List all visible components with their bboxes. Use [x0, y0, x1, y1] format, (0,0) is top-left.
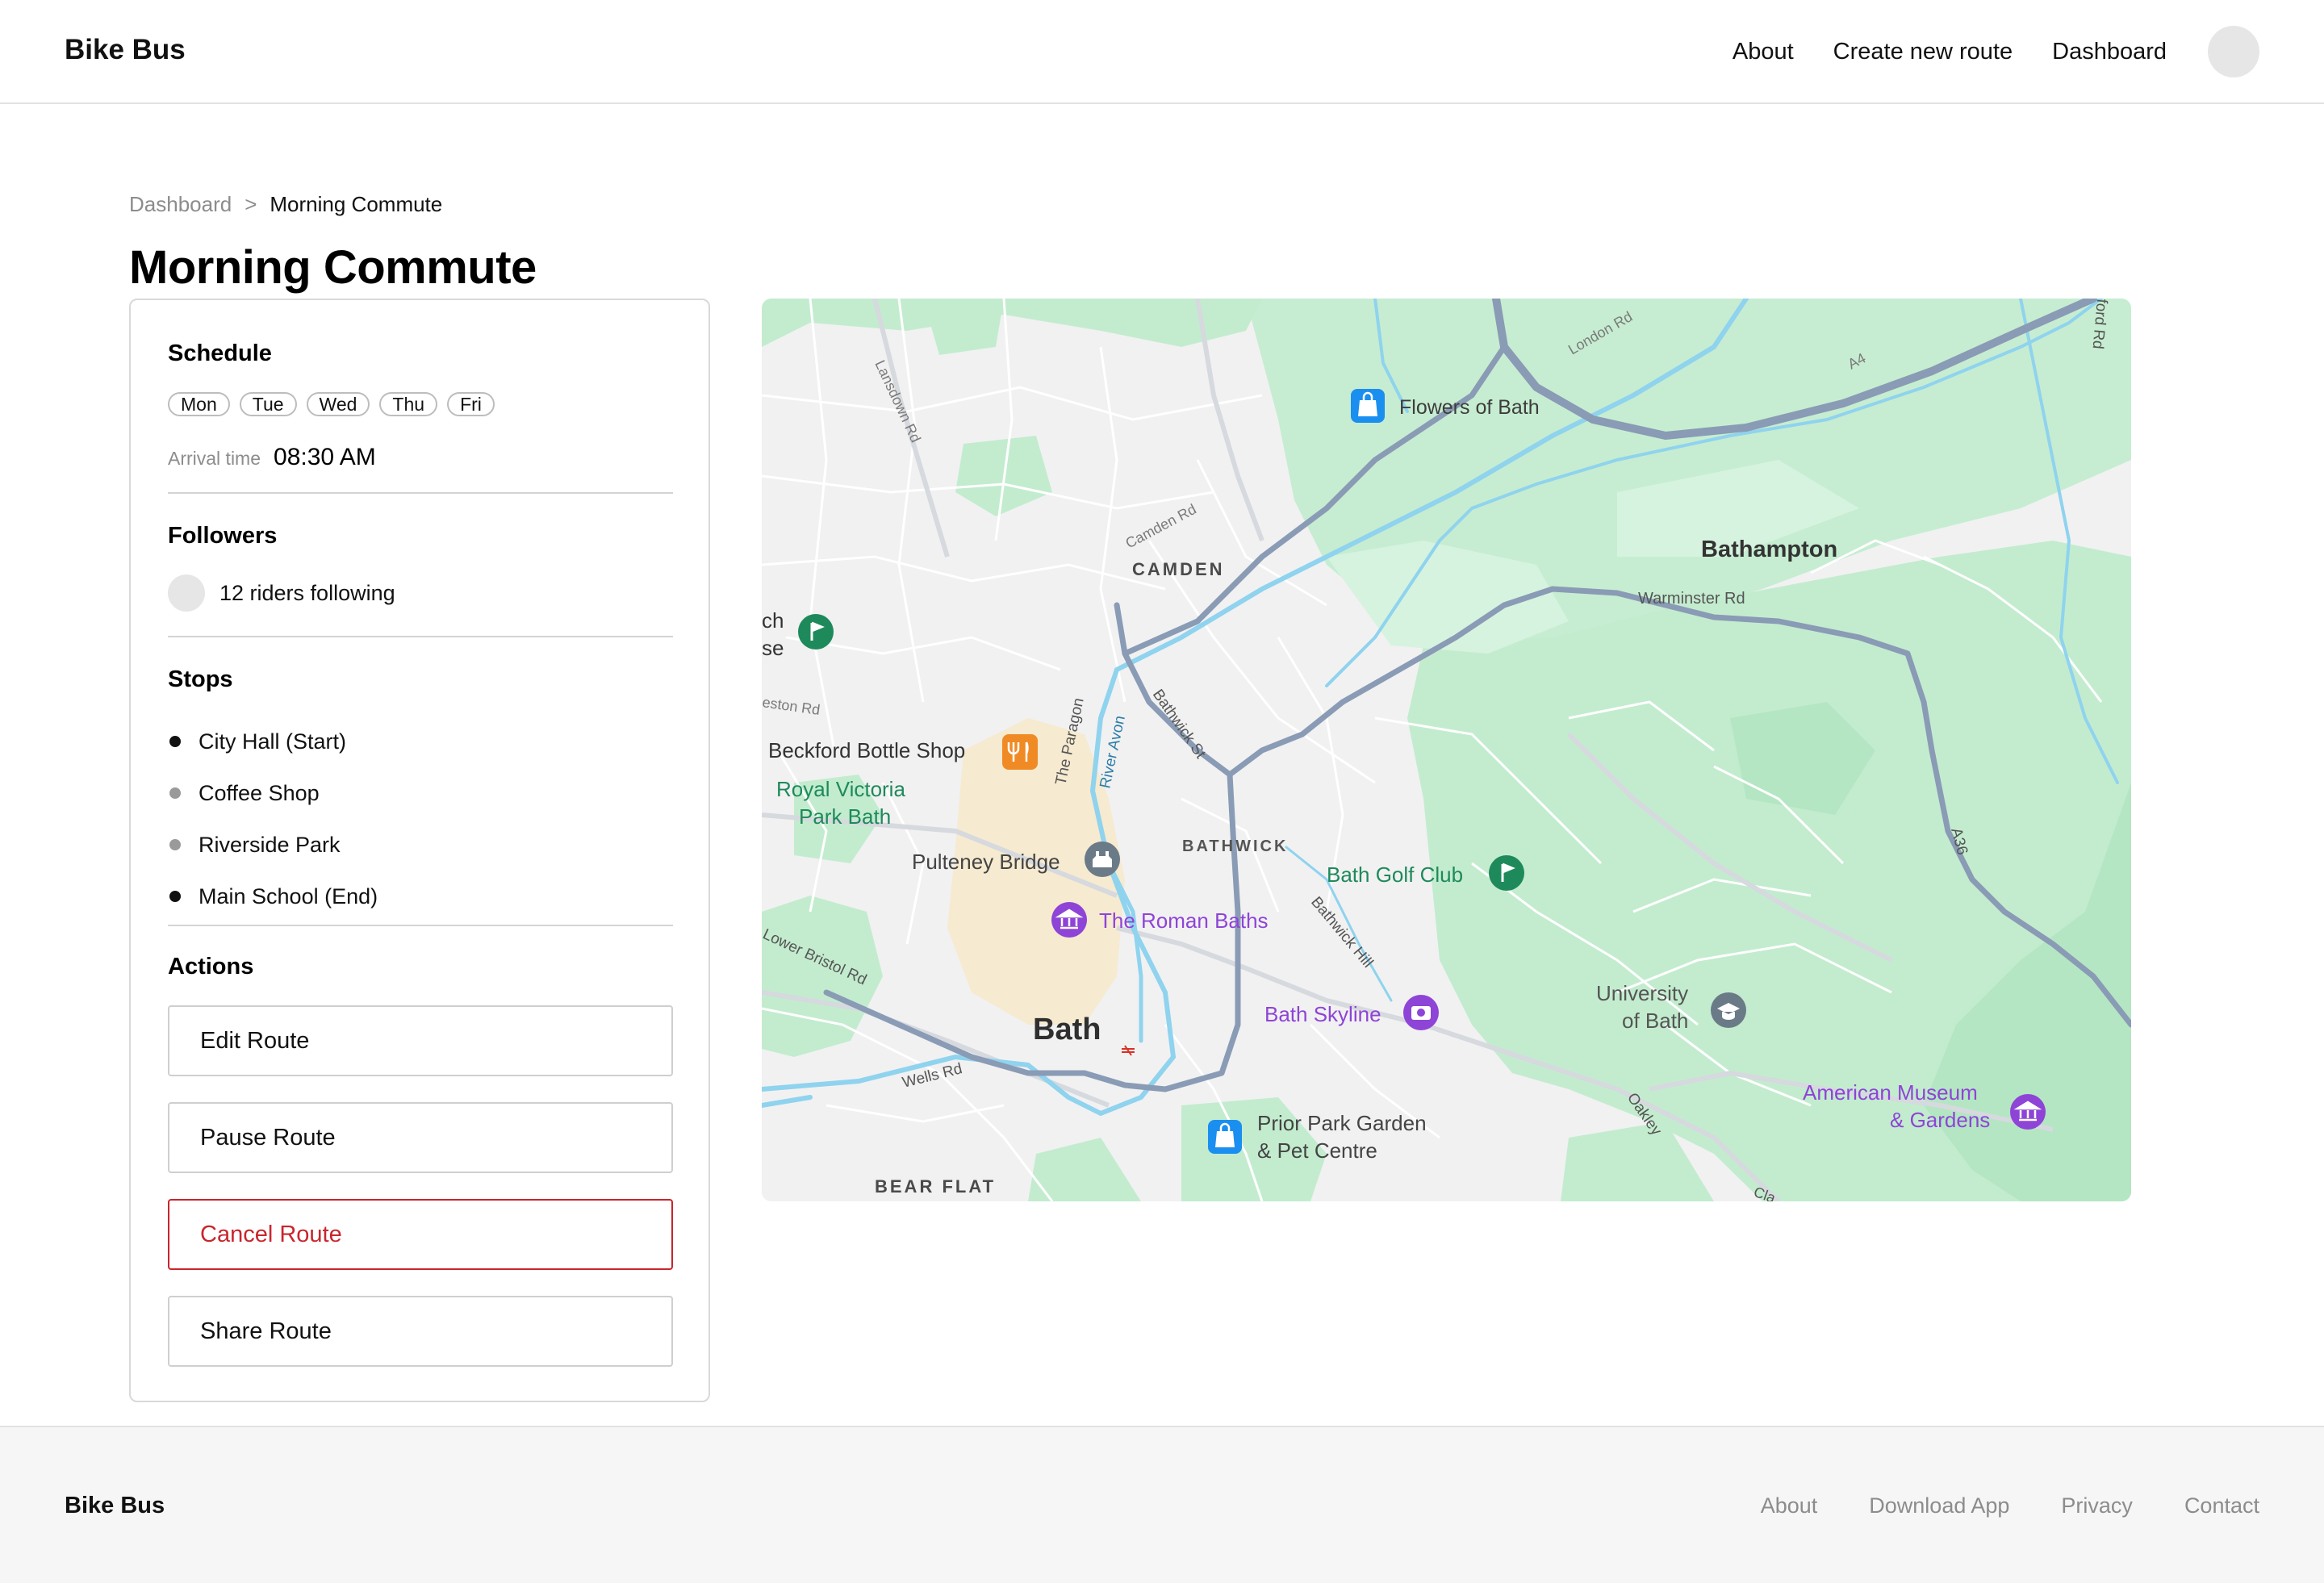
map-label-prior-park-1: Prior Park Garden [1257, 1111, 1427, 1135]
breadcrumb-dashboard-link[interactable]: Dashboard [129, 192, 232, 217]
footer-about-link[interactable]: About [1761, 1493, 1818, 1518]
map-label-beckford-bottle-shop: Beckford Bottle Shop [768, 738, 965, 762]
map-label-bear-flat: BEAR FLAT [875, 1176, 996, 1197]
page-title: Morning Commute [129, 241, 537, 294]
stop-item: Coffee Shop [169, 767, 378, 819]
stop-item: Main School (End) [169, 871, 378, 922]
footer-brand[interactable]: Bike Bus [65, 1493, 165, 1519]
stop-label: City Hall (Start) [199, 729, 347, 754]
footer: Bike Bus About Download App Privacy Cont… [0, 1426, 2324, 1583]
user-avatar[interactable] [2208, 26, 2259, 77]
map-label-bath-skyline: Bath Skyline [1264, 1002, 1381, 1026]
route-details-panel: Schedule Mon Tue Wed Thu Fri Arrival tim… [129, 299, 710, 1402]
schedule-days: Mon Tue Wed Thu Fri [168, 392, 495, 416]
graduation-cap-icon[interactable] [1711, 992, 1746, 1028]
map-label-prior-park-2: & Pet Centre [1257, 1138, 1377, 1163]
arrival-time-value: 08:30 AM [274, 444, 376, 470]
stop-marker-icon [169, 787, 181, 799]
landmark-icon[interactable] [1085, 842, 1120, 877]
arrival-time: Arrival time 08:30 AM [168, 444, 376, 471]
shopping-bag-icon[interactable] [1351, 389, 1385, 423]
map-label-university-1: University [1596, 981, 1688, 1005]
stop-label: Riverside Park [199, 832, 341, 857]
map-label-bath-golf-club: Bath Golf Club [1327, 863, 1463, 887]
stops-list: City Hall (Start) Coffee Shop Riverside … [169, 716, 378, 922]
edit-route-button[interactable]: Edit Route [168, 1005, 673, 1076]
footer-download-app-link[interactable]: Download App [1869, 1493, 2009, 1518]
map-label-royal-victoria-1: Royal Victoria [776, 777, 905, 801]
stop-item: Riverside Park [169, 819, 378, 871]
map-label-pulteney-bridge: Pulteney Bridge [912, 850, 1060, 874]
footer-contact-link[interactable]: Contact [2184, 1493, 2259, 1518]
nav-dashboard-link[interactable]: Dashboard [2052, 39, 2167, 65]
map-label-roman-baths: The Roman Baths [1099, 908, 1269, 933]
route-map[interactable]: Flowers of Bath CAMDEN Camden Rd Lansdow… [762, 299, 2131, 1201]
map-label-royal-victoria-2: Park Bath [799, 804, 891, 829]
followers-summary: 12 riders following [168, 574, 395, 612]
map-label-flowers-of-bath: Flowers of Bath [1399, 396, 1540, 419]
divider [168, 636, 673, 637]
stop-label: Main School (End) [199, 883, 378, 908]
day-chip-fri: Fri [447, 392, 495, 416]
stop-item: City Hall (Start) [169, 716, 378, 767]
day-chip-mon: Mon [168, 392, 230, 416]
follower-avatar [168, 574, 205, 612]
map-label-university-2: of Bath [1622, 1009, 1688, 1033]
stop-marker-icon [169, 839, 181, 850]
map-label-ch: ch [762, 608, 784, 633]
cancel-route-button[interactable]: Cancel Route [168, 1199, 673, 1270]
footer-privacy-link[interactable]: Privacy [2061, 1493, 2133, 1518]
brand-logo[interactable]: Bike Bus [65, 34, 186, 66]
share-route-button[interactable]: Share Route [168, 1296, 673, 1367]
footer-links: About Download App Privacy Contact [1709, 1493, 2259, 1518]
map-label-bathwick: BATHWICK [1182, 837, 1288, 855]
arrival-time-label: Arrival time [168, 448, 261, 469]
museum-icon[interactable] [1051, 902, 1087, 938]
shopping-bag-icon[interactable] [1208, 1120, 1242, 1154]
map-label-se: se [762, 636, 784, 660]
breadcrumb-current: Morning Commute [270, 192, 443, 216]
day-chip-thu: Thu [379, 392, 438, 416]
schedule-heading: Schedule [168, 340, 272, 366]
nav-about-link[interactable]: About [1733, 39, 1794, 65]
map-label-american-museum-1: American Museum [1803, 1080, 1978, 1105]
top-navigation-bar: Bike Bus About Create new route Dashboar… [0, 0, 2324, 104]
breadcrumb-separator: > [245, 192, 257, 216]
divider [168, 492, 673, 494]
golf-icon[interactable] [1489, 855, 1524, 891]
map-label-warminster-rd: Warminster Rd [1638, 590, 1745, 608]
day-chip-wed: Wed [306, 392, 370, 416]
pause-route-button[interactable]: Pause Route [168, 1102, 673, 1173]
museum-icon[interactable] [2010, 1094, 2046, 1130]
divider [168, 925, 673, 926]
camera-icon[interactable] [1403, 995, 1439, 1030]
stop-marker-icon [169, 736, 181, 747]
golf-icon[interactable] [798, 614, 834, 649]
main-nav: About Create new route Dashboard [1693, 24, 2259, 79]
stop-marker-icon [169, 891, 181, 902]
followers-heading: Followers [168, 523, 278, 549]
restaurant-icon[interactable] [1002, 734, 1038, 770]
map-label-camden: CAMDEN [1132, 559, 1225, 579]
map-label-bath: Bath [1033, 1013, 1101, 1046]
map-label-bathampton: Bathampton [1701, 537, 1837, 562]
stop-label: Coffee Shop [199, 780, 320, 805]
map-label-american-museum-2: & Gardens [1890, 1108, 1990, 1132]
day-chip-tue: Tue [239, 392, 297, 416]
followers-count: 12 riders following [219, 580, 395, 605]
map-canvas[interactable]: Flowers of Bath CAMDEN Camden Rd Lansdow… [762, 299, 2131, 1201]
nav-create-route-link[interactable]: Create new route [1833, 39, 2013, 65]
stops-heading: Stops [168, 666, 233, 692]
breadcrumb: Dashboard > Morning Commute [129, 192, 442, 217]
actions-heading: Actions [168, 954, 254, 979]
